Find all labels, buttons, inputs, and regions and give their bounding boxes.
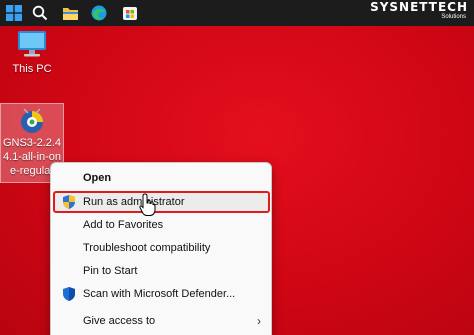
menu-item-add-to-favorites[interactable]: Add to Favorites <box>51 214 271 236</box>
this-pc-label: This PC <box>12 63 52 75</box>
watermark: SYSNETTECH Solutions <box>370 1 468 21</box>
menu-item-label: Run as administrator <box>83 196 185 208</box>
context-menu: Open Run as administrator Add to Favorit… <box>50 162 272 335</box>
menu-item-label: Open <box>83 172 112 184</box>
menu-item-troubleshoot-compatibility[interactable]: Troubleshoot compatibility <box>51 237 271 259</box>
watermark-sub: Solutions <box>441 14 466 20</box>
uac-shield-icon <box>61 194 77 210</box>
file-explorer-icon[interactable] <box>60 3 80 23</box>
menu-item-label: Troubleshoot compatibility <box>83 242 211 254</box>
menu-item-label: Scan with Microsoft Defender... <box>83 288 236 300</box>
menu-item-pin-to-start[interactable]: Pin to Start <box>51 260 271 282</box>
search-icon[interactable] <box>30 3 50 23</box>
desktop: SYSNETTECH Solutions This PC GNS3-2.2.44… <box>0 0 474 335</box>
windows-start-icon[interactable] <box>4 3 24 23</box>
microsoft-store-icon[interactable] <box>120 3 140 23</box>
this-pc-desktop-icon[interactable]: This PC <box>8 30 56 75</box>
chevron-right-icon: › <box>257 314 261 328</box>
menu-item-label: Pin to Start <box>83 265 138 277</box>
menu-item-run-as-administrator[interactable]: Run as administrator <box>51 191 271 216</box>
gns3-icon <box>21 108 43 133</box>
edge-browser-icon[interactable] <box>89 3 109 23</box>
menu-item-give-access-to[interactable]: Give access to › <box>51 310 271 332</box>
taskbar: SYSNETTECH Solutions <box>0 0 474 26</box>
menu-item-open[interactable]: Open <box>51 167 271 189</box>
menu-item-label: Give access to <box>83 315 156 327</box>
menu-item-scan-with-defender[interactable]: Scan with Microsoft Defender... <box>51 283 271 305</box>
watermark-brand: SYSNETTECH <box>370 0 468 14</box>
defender-shield-icon <box>61 286 77 302</box>
menu-item-label: Add to Favorites <box>83 219 164 231</box>
monitor-icon <box>18 31 46 57</box>
